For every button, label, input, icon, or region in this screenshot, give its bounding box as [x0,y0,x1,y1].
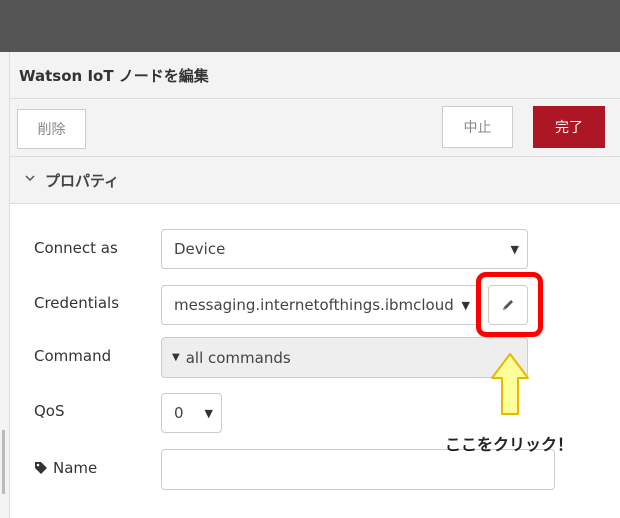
name-label-group: Name [34,459,97,477]
properties-section-header[interactable]: プロパティ [10,157,620,204]
caret-down-icon: ▼ [461,299,470,312]
connect-as-label: Connect as [34,239,118,257]
panel-header: Watson IoT ノードを編集 [10,52,620,99]
credentials-value: messaging.internetofthings.ibmcloud [174,296,454,314]
name-label: Name [53,459,98,477]
credentials-label: Credentials [34,294,120,312]
connect-as-select[interactable]: Device ▼ [161,229,528,269]
delete-button[interactable]: 削除 [17,109,86,149]
edit-credentials-button[interactable] [488,285,528,325]
tag-icon [35,462,47,474]
resize-grip[interactable] [2,430,5,494]
cancel-button[interactable]: 中止 [442,106,513,148]
done-button[interactable]: 完了 [533,106,605,148]
qos-label: QoS [34,402,65,420]
chevron-down-icon [25,175,35,182]
command-selector[interactable]: ▼ all commands [161,337,528,378]
panel-toolbar: 削除 中止 完了 [10,99,620,157]
name-input[interactable] [161,449,555,490]
command-value: all commands [185,348,291,367]
qos-value: 0 [174,404,184,422]
up-arrow-icon [491,353,529,415]
caret-down-icon: ▼ [172,352,180,363]
credentials-select[interactable]: messaging.internetofthings.ibmcloud ▼ [161,285,479,325]
panel-title: Watson IoT ノードを編集 [19,67,209,85]
section-title: プロパティ [45,172,120,190]
tray-resize-strip [0,52,10,518]
pencil-icon [503,300,513,310]
qos-select[interactable]: 0 ▼ [161,393,222,433]
connect-as-value: Device [174,240,226,258]
caret-down-icon: ▼ [510,243,519,256]
click-here-annotation: ここをクリック！ [445,435,574,454]
command-label: Command [34,347,112,365]
top-bar [0,0,620,52]
caret-down-icon: ▼ [204,407,213,420]
